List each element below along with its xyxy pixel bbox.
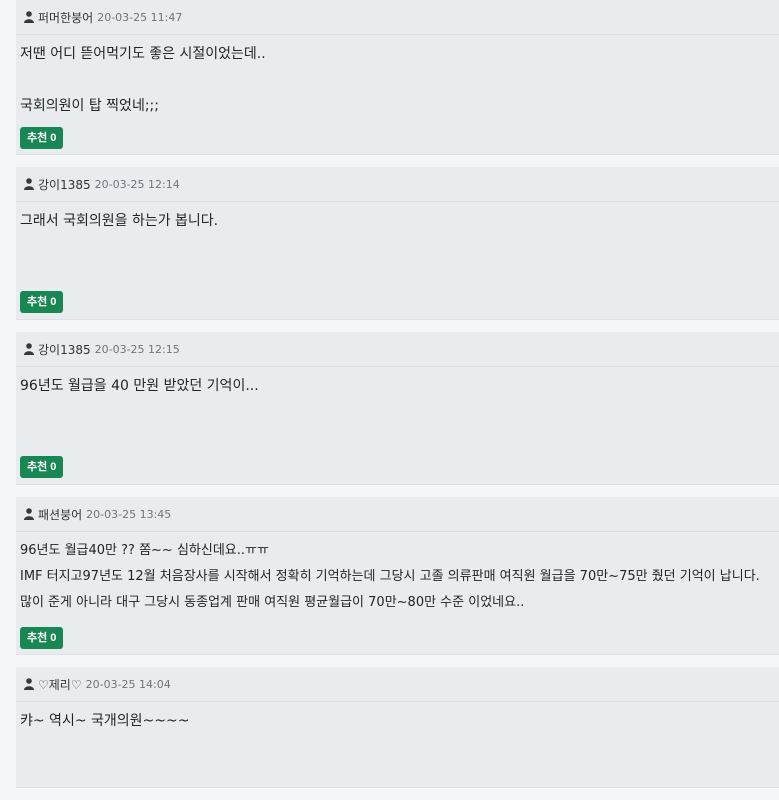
comment-line: 국회의원이 탑 찍었네;;; (20, 98, 159, 114)
comment-author[interactable]: ♡제리♡ (38, 676, 82, 693)
comment-author[interactable]: 퍼머한붕어 (38, 9, 93, 26)
user-icon (24, 508, 34, 520)
comment-line (20, 67, 775, 93)
comment-line: 그래서 국회의원을 하는가 봅니다. (20, 213, 219, 229)
comment-body: 저땐 어디 뜯어먹기도 좋은 시절이었는데.. 국회의원이 탑 찍었네;;; (16, 35, 779, 119)
user-icon (24, 678, 34, 690)
user-icon (24, 11, 34, 23)
comment-line: IMF 터지고97년도 12월 처음장사를 시작해서 정확히 기억하는데 그당시… (20, 569, 760, 584)
comment-item: 강이1385 20-03-25 12:14 그래서 국회의원을 하는가 봅니다.… (16, 167, 779, 320)
comment-item: 패션붕어 20-03-25 13:45 96년도 월급40만 ?? 쫌~~ 심하… (16, 497, 779, 655)
comment-header: ♡제리♡ 20-03-25 14:04 (16, 667, 779, 702)
comment-line: 캬~ 역시~ 국개의원~~~~ (20, 713, 190, 729)
comment-line: 많이 준게 아니라 대구 그당시 동종업계 판매 여직원 평균월급이 70만~8… (20, 595, 525, 610)
comment-author[interactable]: 강이1385 (38, 341, 91, 358)
comment-header: 패션붕어 20-03-25 13:45 (16, 497, 779, 532)
comment-time: 20-03-25 13:45 (86, 507, 172, 521)
comment-time: 20-03-25 12:14 (94, 177, 180, 191)
comment-line: 96년도 월급을 40 만원 받았던 기억이... (20, 378, 259, 394)
comment-header: 강이1385 20-03-25 12:14 (16, 167, 779, 202)
comment-item: 퍼머한붕어 20-03-25 11:47 저땐 어디 뜯어먹기도 좋은 시절이었… (16, 0, 779, 155)
comment-header: 퍼머한붕어 20-03-25 11:47 (16, 0, 779, 35)
comment-body: 96년도 월급을 40 만원 받았던 기억이... (16, 367, 779, 399)
recommend-button[interactable]: 추천 0 (20, 627, 64, 649)
comment-list: 퍼머한붕어 20-03-25 11:47 저땐 어디 뜯어먹기도 좋은 시절이었… (16, 0, 779, 800)
recommend-button[interactable]: 추천 0 (20, 127, 64, 149)
comment-item: ♡제리♡ 20-03-25 14:04 캬~ 역시~ 국개의원~~~~ (16, 667, 779, 788)
comment-item: 강이1385 20-03-25 12:15 96년도 월급을 40 만원 받았던… (16, 332, 779, 485)
comment-body: 캬~ 역시~ 국개의원~~~~ (16, 702, 779, 734)
user-icon (24, 343, 34, 355)
recommend-button[interactable]: 추천 0 (20, 456, 64, 478)
comment-body: 96년도 월급40만 ?? 쫌~~ 심하신데요..ㅠㅠ IMF 터지고97년도 … (16, 532, 779, 616)
comment-author[interactable]: 강이1385 (38, 176, 91, 193)
comment-line: 저땐 어디 뜯어먹기도 좋은 시절이었는데.. (20, 46, 266, 62)
comment-author[interactable]: 패션붕어 (38, 506, 82, 523)
recommend-button[interactable]: 추천 0 (20, 291, 64, 313)
user-icon (24, 178, 34, 190)
comment-time: 20-03-25 12:15 (94, 342, 180, 356)
comment-body: 그래서 국회의원을 하는가 봅니다. (16, 202, 779, 234)
comment-line: 96년도 월급40만 ?? 쫌~~ 심하신데요..ㅠㅠ (20, 543, 269, 558)
comment-header: 강이1385 20-03-25 12:15 (16, 332, 779, 367)
comment-time: 20-03-25 11:47 (97, 10, 183, 24)
comment-time: 20-03-25 14:04 (85, 677, 171, 691)
